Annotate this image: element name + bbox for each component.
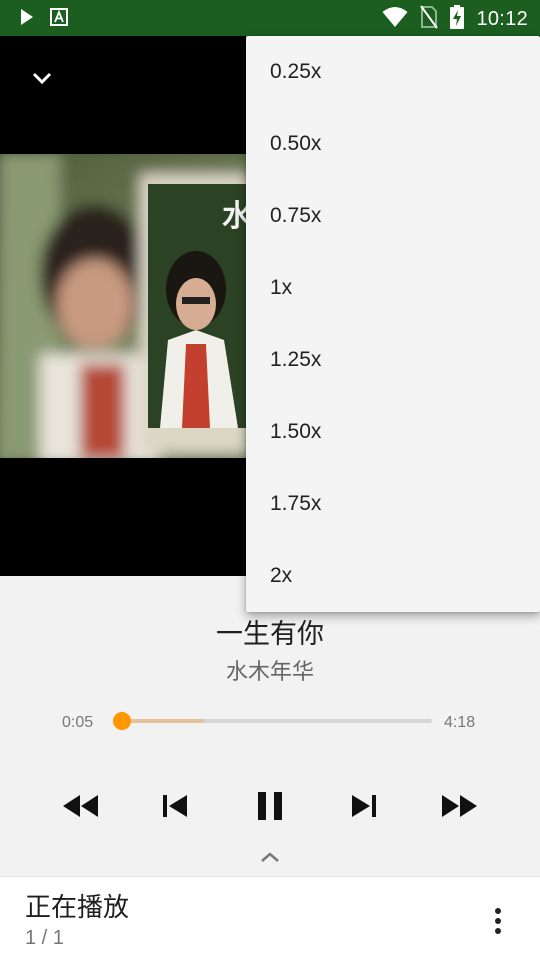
speed-option-0.50x[interactable]: 0.50x	[246, 108, 540, 180]
speed-option-1x[interactable]: 1x	[246, 252, 540, 324]
play-notification-icon	[20, 8, 34, 30]
elapsed-time: 0:05	[62, 714, 94, 731]
playback-speed-menu: 0.25x 0.50x 0.75x 1x 1.25x 1.50x 1.75x 2…	[246, 36, 540, 612]
queue-title: 正在播放	[25, 893, 130, 923]
expand-queue-button[interactable]	[255, 845, 285, 869]
skip-previous-icon	[163, 795, 187, 817]
speed-option-2x[interactable]: 2x	[246, 540, 540, 612]
rewind-icon	[63, 795, 98, 817]
battery-charging-icon	[450, 5, 465, 33]
speed-option-1.75x[interactable]: 1.75x	[246, 468, 540, 540]
queue-count: 1 / 1	[25, 927, 64, 949]
seek-bar[interactable]	[113, 712, 432, 730]
speed-option-1.50x[interactable]: 1.50x	[246, 396, 540, 468]
more-vert-icon	[495, 908, 501, 934]
speed-option-0.25x[interactable]: 0.25x	[246, 36, 540, 108]
more-options-button[interactable]	[482, 901, 514, 941]
track-title: 一生有你	[216, 619, 324, 650]
previous-button[interactable]	[151, 782, 199, 830]
pause-button[interactable]	[246, 782, 294, 830]
speed-option-0.75x[interactable]: 0.75x	[246, 180, 540, 252]
wifi-icon	[382, 6, 408, 32]
no-sim-icon	[420, 5, 439, 33]
track-artist: 水木年华	[225, 660, 314, 685]
status-clock: 10:12	[476, 7, 528, 30]
rewind-button[interactable]	[57, 782, 105, 830]
pause-icon	[258, 792, 282, 820]
now-playing-queue-bar[interactable]: 正在播放 1 / 1	[0, 876, 540, 961]
status-bar: 10:12	[0, 0, 540, 36]
fast-forward-button[interactable]	[435, 782, 483, 830]
next-button[interactable]	[340, 782, 388, 830]
skip-next-icon	[352, 795, 376, 817]
total-duration: 4:18	[444, 714, 476, 731]
fast-forward-icon	[442, 795, 477, 817]
seek-thumb[interactable]	[113, 712, 132, 730]
speed-option-1.25x[interactable]: 1.25x	[246, 324, 540, 396]
chevron-down-icon	[32, 72, 52, 85]
collapse-player-button[interactable]	[26, 62, 58, 94]
font-a-icon	[50, 8, 68, 30]
chevron-up-icon	[261, 852, 279, 862]
